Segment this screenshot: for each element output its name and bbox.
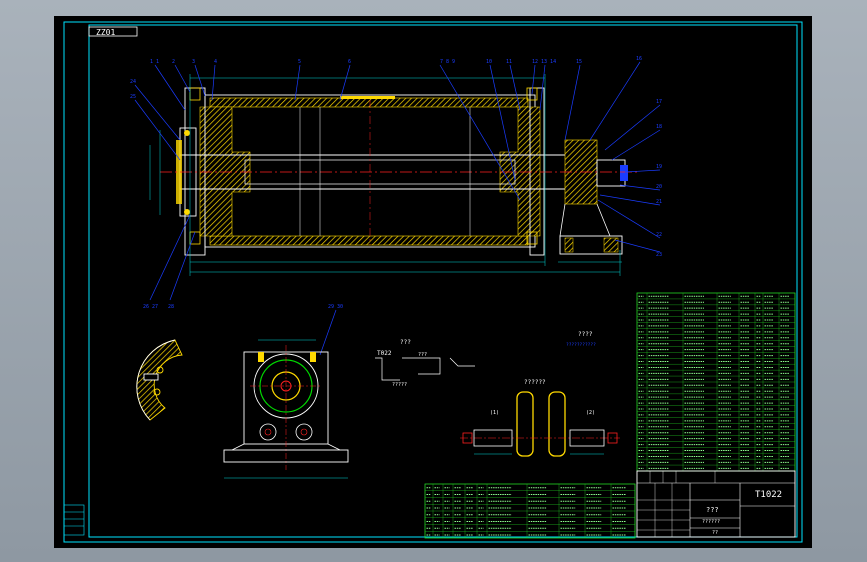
svg-text:6: 6 — [348, 59, 351, 65]
school-name: ?? — [712, 530, 718, 536]
svg-text:15: 15 — [576, 59, 582, 65]
svg-text:???????????: ??????????? — [566, 342, 596, 348]
svg-text:??????: ?????? — [524, 379, 546, 386]
svg-text:24: 24 — [130, 79, 136, 85]
svg-text:23: 23 — [656, 252, 662, 258]
svg-text:19: 19 — [656, 164, 662, 170]
drawing-subtitle: ?????? — [702, 519, 720, 525]
svg-text:21: 21 — [656, 199, 662, 205]
svg-text:2: 2 — [172, 59, 175, 65]
svg-text:25: 25 — [130, 94, 136, 100]
svg-text:16: 16 — [636, 56, 642, 62]
svg-text:7 8 9: 7 8 9 — [440, 59, 455, 65]
svg-text:11: 11 — [506, 59, 512, 65]
svg-text:18: 18 — [656, 124, 662, 130]
svg-text:???: ??? — [400, 339, 411, 346]
svg-text:22: 22 — [656, 232, 662, 238]
svg-text:17: 17 — [656, 99, 662, 105]
cad-viewer-background: ZZ01 1 1 2 3 4 5 6 7 8 9 10 11 12 13 14 … — [0, 0, 867, 562]
svg-text:26 27: 26 27 — [143, 304, 158, 310]
svg-text:(2): (2) — [586, 410, 595, 416]
svg-text:12 13 14: 12 13 14 — [532, 59, 556, 65]
svg-text:20: 20 — [656, 184, 662, 190]
drawing-sheet[interactable]: ZZ01 1 1 2 3 4 5 6 7 8 9 10 11 12 13 14 … — [0, 0, 867, 562]
svg-text:???: ??? — [418, 352, 427, 358]
svg-text:(1): (1) — [490, 410, 499, 416]
svg-text:4: 4 — [214, 59, 217, 65]
svg-text:ZZ01: ZZ01 — [96, 28, 115, 37]
drawing-number: T1022 — [755, 490, 782, 500]
svg-text:28: 28 — [168, 304, 174, 310]
svg-text:T022: T022 — [377, 350, 392, 357]
svg-text:29 30: 29 30 — [328, 304, 343, 310]
svg-text:3: 3 — [192, 59, 195, 65]
svg-text:1 1: 1 1 — [150, 59, 159, 65]
svg-text:?????: ????? — [392, 382, 407, 388]
svg-text:10: 10 — [486, 59, 492, 65]
drum-shell-bottom — [209, 235, 529, 246]
svg-text:????: ???? — [578, 331, 593, 338]
drum-shell-top — [209, 97, 529, 108]
drawing-name: ??? — [706, 506, 719, 514]
svg-text:5: 5 — [298, 59, 301, 65]
